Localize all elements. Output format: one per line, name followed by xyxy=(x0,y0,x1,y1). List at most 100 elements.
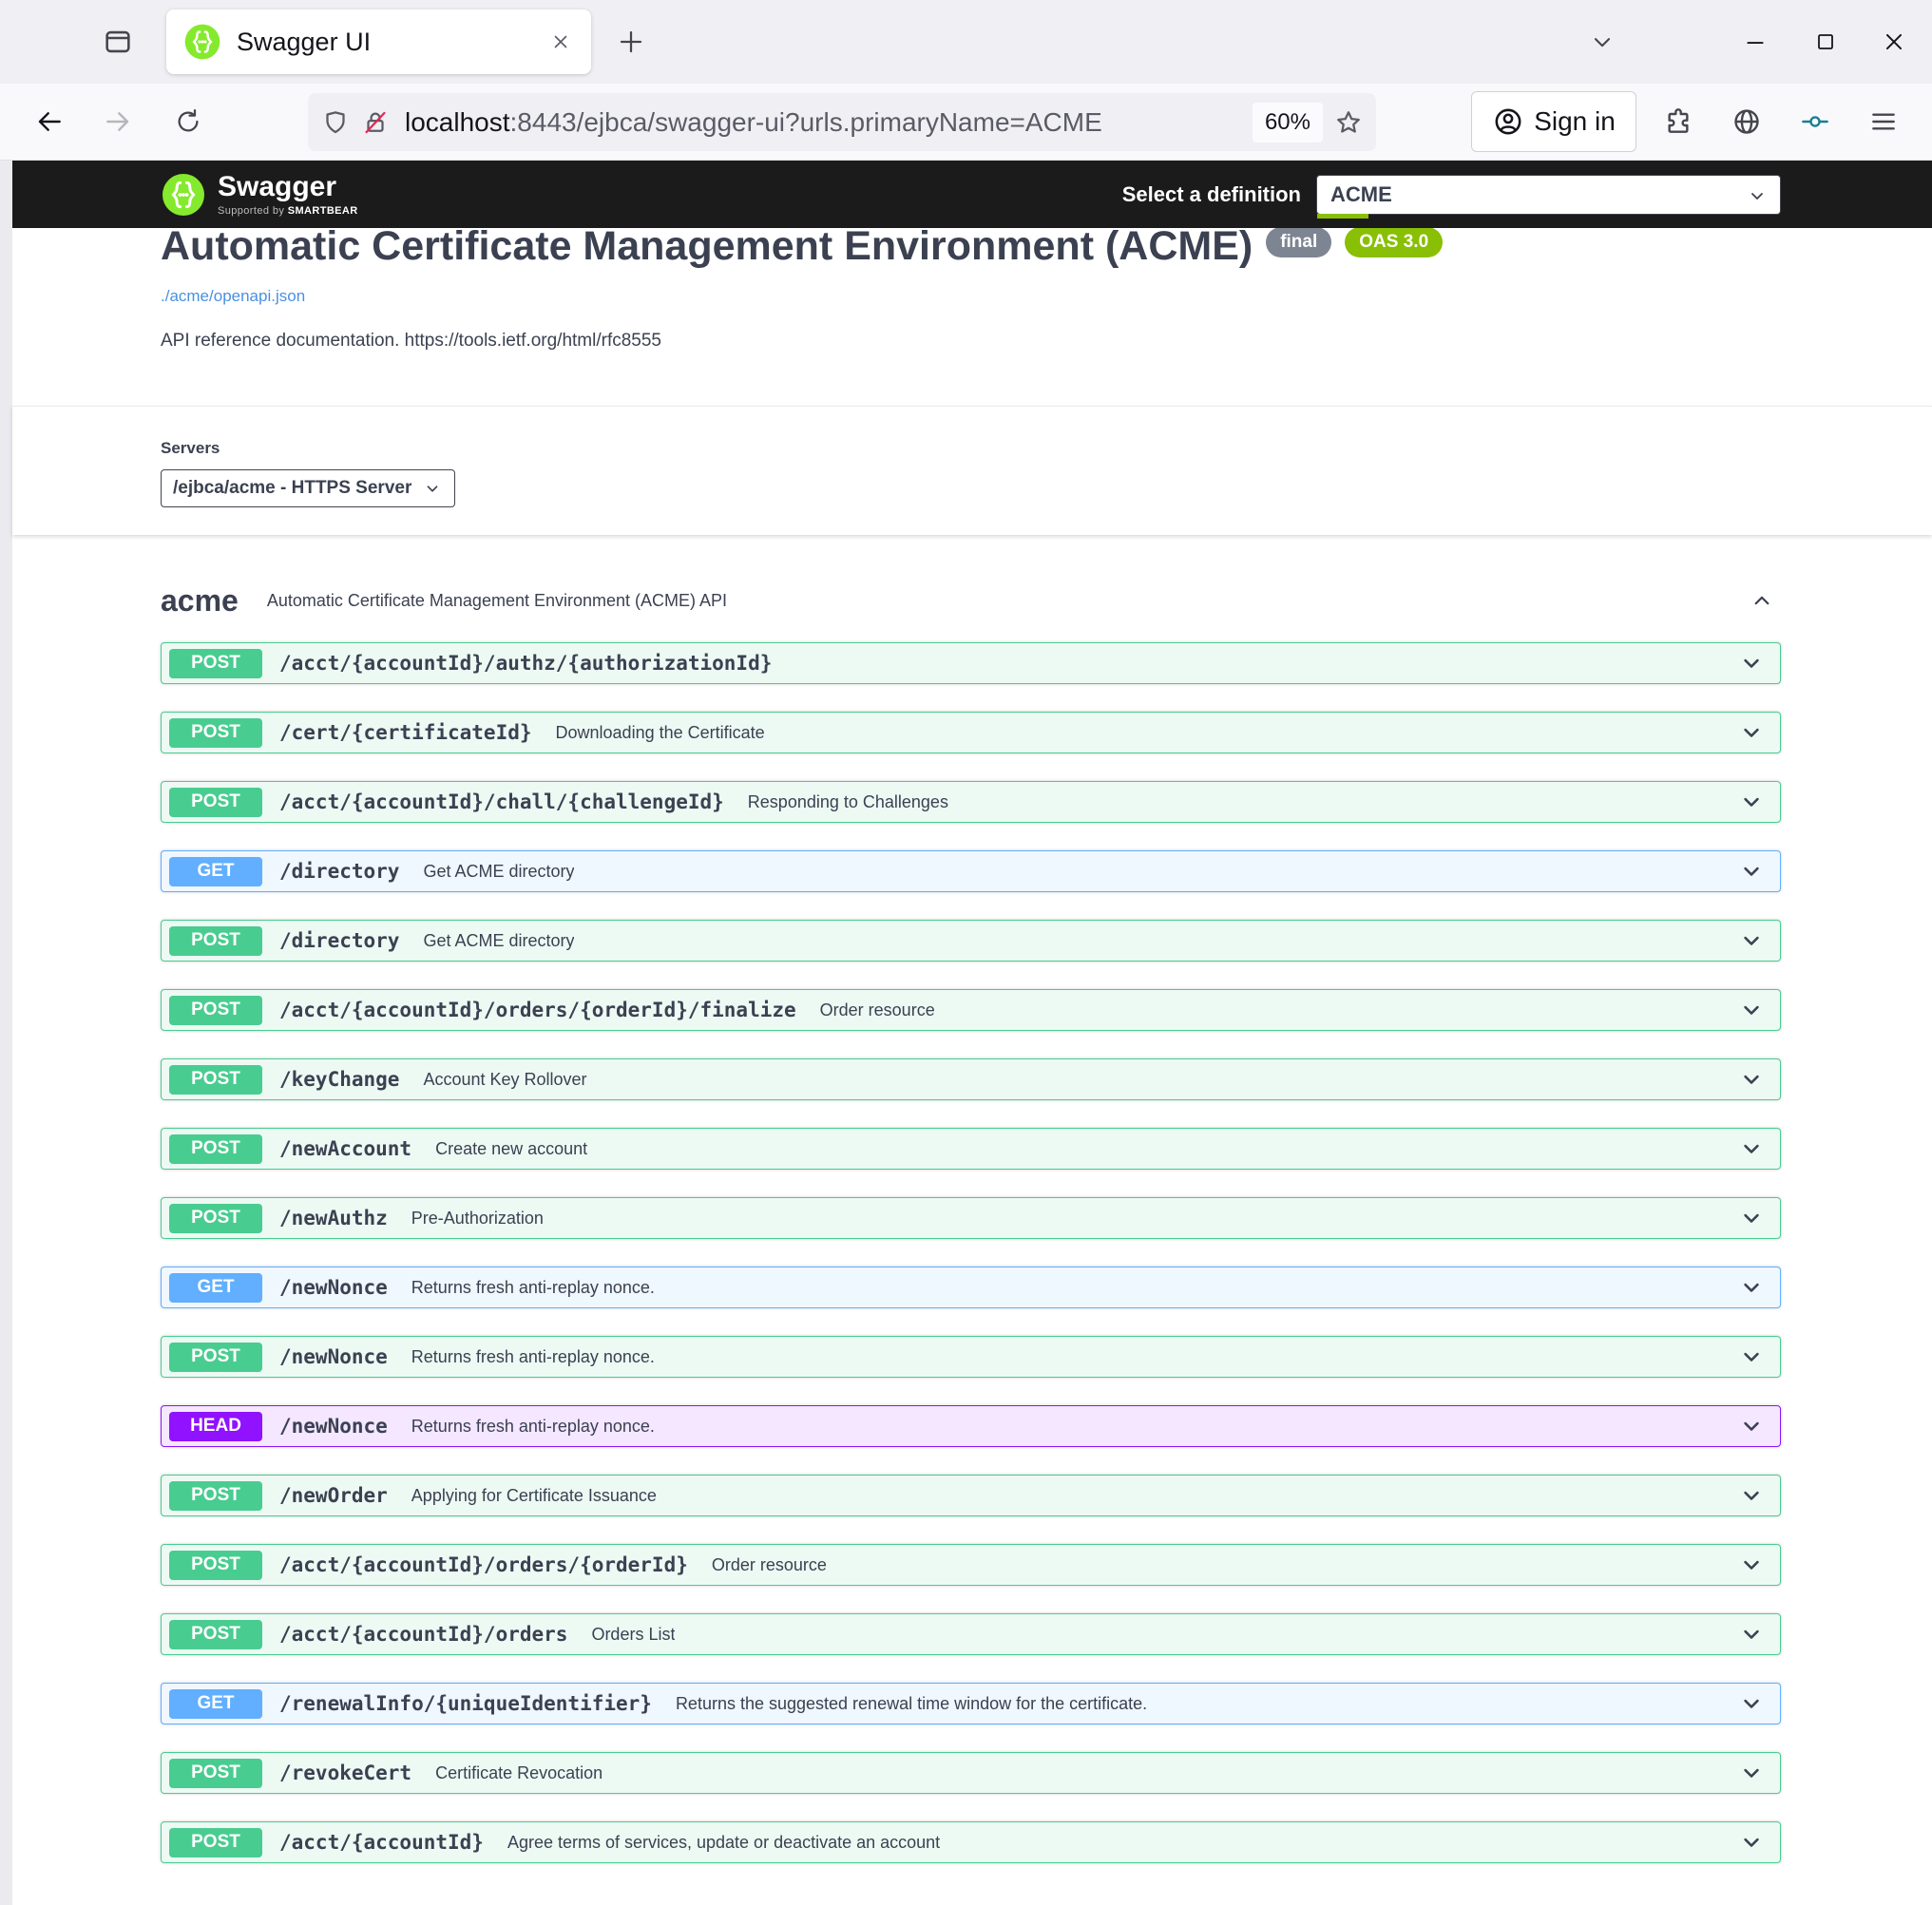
operation-row[interactable]: POST /cert/{certificateId} Downloading t… xyxy=(161,712,1781,753)
lock-warning-icon[interactable] xyxy=(361,108,390,137)
operation-row[interactable]: POST /newNonce Returns fresh anti-replay… xyxy=(161,1336,1781,1378)
bookmark-star-icon[interactable] xyxy=(1334,108,1363,137)
chevron-down-icon[interactable] xyxy=(1738,1274,1765,1301)
tab-list-chevron-icon[interactable] xyxy=(1581,21,1623,63)
method-badge: GET xyxy=(169,1689,262,1719)
swagger-brand: Swagger xyxy=(218,173,358,201)
openapi-spec-link[interactable]: ./acme/openapi.json xyxy=(161,287,305,306)
swagger-favicon-icon xyxy=(183,23,221,61)
back-icon[interactable] xyxy=(29,101,70,143)
chevron-down-icon[interactable] xyxy=(1738,1135,1765,1162)
operation-row[interactable]: POST /revokeCert Certificate Revocation xyxy=(161,1752,1781,1794)
tag-header[interactable]: acme Automatic Certificate Management En… xyxy=(161,580,1781,621)
account-icon xyxy=(1492,105,1524,138)
operation-row[interactable]: POST /acct/{accountId}/orders/{orderId}/… xyxy=(161,989,1781,1031)
chevron-down-icon[interactable] xyxy=(1738,1760,1765,1786)
chevron-down-icon[interactable] xyxy=(1738,1552,1765,1578)
close-window-button[interactable] xyxy=(1873,21,1915,63)
extensions-icon[interactable] xyxy=(1657,101,1699,143)
chevron-down-icon[interactable] xyxy=(1738,789,1765,815)
url-path: :8443/ejbca/swagger-ui?urls.primaryName=… xyxy=(510,107,1102,137)
tag-name: acme xyxy=(161,583,239,619)
tab-title: Swagger UI xyxy=(237,28,544,57)
method-badge: POST xyxy=(169,1204,262,1233)
window-edge xyxy=(0,161,12,1905)
menu-icon[interactable] xyxy=(1863,101,1904,143)
operation-summary: Responding to Challenges xyxy=(748,792,948,812)
method-badge: POST xyxy=(169,718,262,748)
method-badge: GET xyxy=(169,857,262,886)
operation-path: /acct/{accountId} xyxy=(279,1831,484,1854)
chevron-down-icon[interactable] xyxy=(1738,1829,1765,1856)
firefox-view-icon[interactable] xyxy=(97,21,139,63)
chevron-down-icon[interactable] xyxy=(1738,1690,1765,1717)
chevron-down-icon[interactable] xyxy=(1738,1413,1765,1439)
operation-row[interactable]: POST /acct/{accountId}/chall/{challengeI… xyxy=(161,781,1781,823)
tab-close-icon[interactable] xyxy=(544,25,578,59)
new-tab-button[interactable] xyxy=(610,21,652,63)
maximize-button[interactable] xyxy=(1805,21,1846,63)
method-badge: POST xyxy=(169,926,262,956)
operation-summary: Certificate Revocation xyxy=(435,1763,603,1783)
chevron-down-icon[interactable] xyxy=(1738,1343,1765,1370)
chevron-down-icon[interactable] xyxy=(1738,1205,1765,1231)
operation-row[interactable]: POST /directory Get ACME directory xyxy=(161,920,1781,962)
chevron-down-icon[interactable] xyxy=(1738,1066,1765,1093)
proxy-extension-icon[interactable] xyxy=(1794,101,1836,143)
operation-summary: Returns fresh anti-replay nonce. xyxy=(411,1347,655,1367)
url-bar[interactable]: localhost:8443/ejbca/swagger-ui?urls.pri… xyxy=(308,93,1376,151)
method-badge: HEAD xyxy=(169,1412,262,1441)
method-badge: POST xyxy=(169,996,262,1025)
operation-row[interactable]: GET /newNonce Returns fresh anti-replay … xyxy=(161,1267,1781,1308)
minimize-button[interactable] xyxy=(1734,21,1776,63)
operation-path: /acct/{accountId}/chall/{challengeId} xyxy=(279,791,724,813)
chevron-down-icon[interactable] xyxy=(1738,997,1765,1023)
method-badge: POST xyxy=(169,1481,262,1511)
operation-summary: Returns fresh anti-replay nonce. xyxy=(411,1417,655,1437)
browser-tab[interactable]: Swagger UI xyxy=(166,10,591,74)
chevron-down-icon[interactable] xyxy=(1738,1482,1765,1509)
zoom-indicator[interactable]: 60% xyxy=(1253,103,1323,143)
operation-row[interactable]: POST /acct/{accountId} Agree terms of se… xyxy=(161,1821,1781,1863)
operations-list: POST /acct/{accountId}/authz/{authorizat… xyxy=(161,642,1781,1863)
url-host: localhost xyxy=(405,107,510,137)
operation-row[interactable]: POST /acct/{accountId}/orders/{orderId} … xyxy=(161,1544,1781,1586)
operation-row[interactable]: GET /directory Get ACME directory xyxy=(161,850,1781,892)
operation-row[interactable]: POST /keyChange Account Key Rollover xyxy=(161,1058,1781,1100)
method-badge: POST xyxy=(169,1134,262,1164)
operation-row[interactable]: POST /acct/{accountId}/authz/{authorizat… xyxy=(161,642,1781,684)
chevron-down-icon[interactable] xyxy=(1738,927,1765,954)
chevron-down-icon[interactable] xyxy=(1738,650,1765,676)
operation-row[interactable]: GET /renewalInfo/{uniqueIdentifier} Retu… xyxy=(161,1683,1781,1724)
sign-in-button[interactable]: Sign in xyxy=(1471,91,1636,152)
chevron-down-icon[interactable] xyxy=(1738,719,1765,746)
swagger-tagline: Supported by SMARTBEAR xyxy=(218,205,358,217)
operations-section: acme Automatic Certificate Management En… xyxy=(12,535,1932,1905)
operation-path: /keyChange xyxy=(279,1068,399,1091)
operation-path: /newAccount xyxy=(279,1137,411,1160)
final-badge: final xyxy=(1266,227,1331,257)
operation-path: /acct/{accountId}/authz/{authorizationId… xyxy=(279,652,772,675)
servers-select-value: /ejbca/acme - HTTPS Server xyxy=(173,478,411,499)
reload-icon[interactable] xyxy=(167,101,209,143)
chevron-down-icon[interactable] xyxy=(1738,858,1765,885)
chevron-down-icon[interactable] xyxy=(1738,1621,1765,1648)
shield-icon[interactable] xyxy=(321,108,350,137)
method-badge: POST xyxy=(169,1620,262,1649)
operation-summary: Returns fresh anti-replay nonce. xyxy=(411,1278,655,1298)
operation-path: /acct/{accountId}/orders/{orderId} xyxy=(279,1553,688,1576)
servers-select[interactable]: /ejbca/acme - HTTPS Server xyxy=(161,469,455,507)
operation-row[interactable]: POST /newOrder Applying for Certificate … xyxy=(161,1475,1781,1516)
operation-row[interactable]: POST /acct/{accountId}/orders Orders Lis… xyxy=(161,1613,1781,1655)
page-content: Swagger Supported by SMARTBEAR Select a … xyxy=(12,161,1932,1905)
definition-select[interactable]: ACME xyxy=(1316,175,1781,215)
method-badge: POST xyxy=(169,1828,262,1857)
operation-row[interactable]: POST /newAuthz Pre-Authorization xyxy=(161,1197,1781,1239)
forward-icon[interactable] xyxy=(97,101,139,143)
chevron-up-icon[interactable] xyxy=(1743,581,1781,619)
operation-row[interactable]: POST /newAccount Create new account xyxy=(161,1128,1781,1170)
operation-row[interactable]: HEAD /newNonce Returns fresh anti-replay… xyxy=(161,1405,1781,1447)
operation-path: /renewalInfo/{uniqueIdentifier} xyxy=(279,1692,652,1715)
globe-icon[interactable] xyxy=(1726,101,1768,143)
supported-by-label: Supported by xyxy=(218,205,284,217)
